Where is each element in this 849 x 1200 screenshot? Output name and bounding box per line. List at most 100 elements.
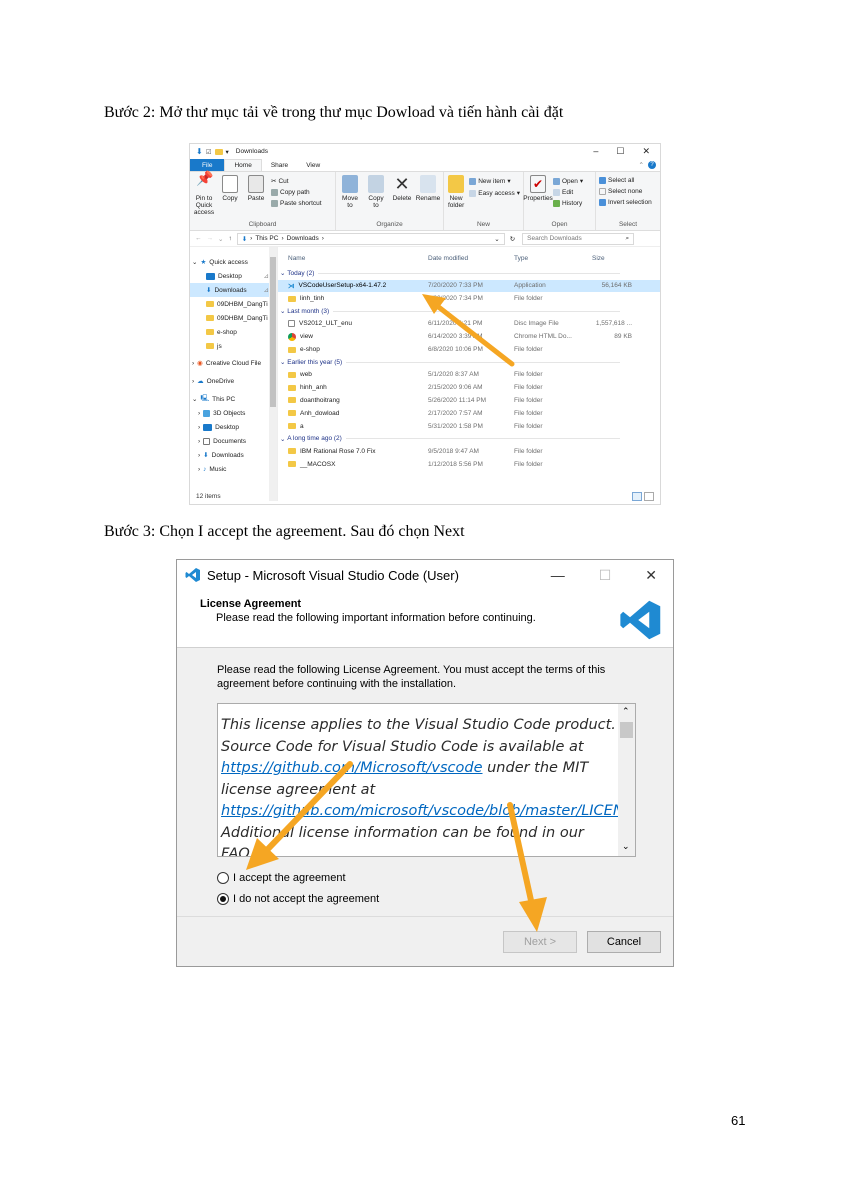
large-icons-view-icon[interactable]	[644, 492, 654, 501]
new-item-button[interactable]: New item ▾	[469, 177, 520, 185]
nav-item-creative-cloud[interactable]: › ◉ Creative Cloud File	[190, 356, 277, 370]
table-row[interactable]: hinh_anh 2/15/2020 9:06 AM File folder	[278, 381, 660, 394]
search-input[interactable]: Search Downloads ⌕	[522, 232, 635, 245]
table-row[interactable]: doanthoitrang 5/26/2020 11:14 PM File fo…	[278, 394, 660, 407]
new-folder-button[interactable]: New folder	[447, 175, 465, 220]
nav-item-folder[interactable]: js	[190, 339, 277, 353]
move-to-button[interactable]: Move to	[339, 175, 361, 220]
scissors-icon: ✂	[271, 178, 277, 185]
group-label-select: Select	[618, 221, 638, 228]
copy-button[interactable]: Copy	[219, 175, 241, 220]
tab-share[interactable]: Share	[262, 159, 297, 171]
easy-access-button[interactable]: Easy access ▾	[469, 189, 520, 197]
pin-quick-access-button[interactable]: 📌 Pin to Quick access	[193, 171, 215, 220]
back-arrow-icon[interactable]: ←	[195, 235, 202, 242]
group-select: Select all Select none Invert selection …	[596, 172, 660, 230]
scroll-down-icon[interactable]: ⌄	[622, 841, 630, 852]
nav-scroll-thumb[interactable]	[270, 257, 276, 407]
scroll-thumb[interactable]	[620, 722, 633, 738]
license-text: This license applies to the Visual Studi…	[221, 717, 616, 755]
nav-item-desktop[interactable]: › Desktop	[190, 420, 277, 434]
group-header[interactable]: ⌄ Last month (3)	[278, 305, 660, 318]
minimize-icon[interactable]: –	[593, 146, 598, 157]
nav-item-folder[interactable]: e-shop	[190, 325, 277, 339]
rename-button[interactable]: Rename	[416, 175, 440, 220]
cancel-button[interactable]: Cancel	[587, 931, 661, 953]
tab-view[interactable]: View	[297, 159, 329, 171]
nav-item-downloads[interactable]: ⬇ Downloads ⊿	[190, 283, 277, 297]
properties-button[interactable]: ✔ Properties	[523, 175, 553, 220]
nav-item-3d-objects[interactable]: › 3D Objects	[190, 406, 277, 420]
group-header[interactable]: ⌄ Earlier this year (5)	[278, 356, 660, 369]
table-row[interactable]: e-shop 6/8/2020 10:06 PM File folder	[278, 343, 660, 356]
nav-scrollbar[interactable]	[269, 247, 277, 501]
recent-dropdown-icon[interactable]: ⌄	[218, 235, 223, 243]
table-row[interactable]: web 5/1/2020 8:37 AM File folder	[278, 368, 660, 381]
scroll-up-icon[interactable]: ⌃	[622, 706, 630, 717]
nav-item-onedrive[interactable]: › ☁ OneDrive	[190, 374, 277, 388]
details-view-icon[interactable]	[632, 492, 642, 501]
table-row[interactable]: __MACOSX 1/12/2018 5:56 PM File folder	[278, 458, 660, 471]
table-row[interactable]: VS2012_ULT_enu 6/11/2020 4:21 PM Disc Im…	[278, 318, 660, 331]
group-header[interactable]: ⌄ A long time ago (2)	[278, 432, 660, 445]
folder-icon	[288, 346, 296, 353]
explorer-titlebar: ⬇ ☑ ▾ Downloads – ☐ ✕	[190, 144, 660, 159]
address-path[interactable]: ⬇ › This PC › Downloads › ⌄	[236, 232, 505, 245]
decline-radio[interactable]: I do not accept the agreement	[217, 893, 379, 905]
quick-access-dropdown-icon[interactable]: ▾	[226, 148, 229, 156]
tab-home[interactable]: Home	[224, 159, 262, 171]
license-link[interactable]: https://github.com/Microsoft/vscode	[221, 760, 483, 776]
nav-item-folder[interactable]: 09DHBM_DangTi	[190, 311, 277, 325]
invert-selection-button[interactable]: Invert selection	[599, 199, 652, 206]
copy-to-button[interactable]: Copy to	[365, 175, 387, 220]
accept-radio[interactable]: I accept the agreement	[217, 872, 346, 884]
edit-button[interactable]: Edit	[553, 189, 583, 196]
easy-access-icon	[469, 189, 477, 197]
open-button[interactable]: Open ▾	[553, 177, 583, 185]
table-row[interactable]: view 6/14/2020 3:39 AM Chrome HTML Do...…	[278, 330, 660, 343]
next-button[interactable]: Next >	[503, 931, 577, 953]
nav-item-quick-access[interactable]: ⌄ ★ Quick access	[190, 255, 277, 269]
cut-button[interactable]: ✂ Cut	[271, 177, 322, 186]
column-name[interactable]: Name	[278, 255, 428, 262]
checkbox-icon[interactable]: ☑	[206, 148, 212, 156]
refresh-icon[interactable]: ↻	[510, 235, 515, 243]
file-list: Name Date modified Type Size ⌄ Today (2)…	[278, 247, 660, 501]
table-row[interactable]: IBM Rational Rose 7.0 Fix 9/5/2018 9:47 …	[278, 445, 660, 458]
breadcrumb-downloads[interactable]: Downloads	[287, 235, 319, 242]
nav-item-this-pc[interactable]: ⌄ 🖳 This PC	[190, 392, 277, 406]
license-scrollbar[interactable]: ⌃ ⌄	[618, 704, 635, 856]
license-textbox[interactable]: This license applies to the Visual Studi…	[217, 703, 636, 857]
address-dropdown-icon[interactable]: ⌄	[494, 235, 499, 243]
select-none-button[interactable]: Select none	[599, 188, 652, 195]
nav-item-downloads[interactable]: › ⬇ Downloads	[190, 448, 277, 462]
column-date[interactable]: Date modified	[428, 255, 514, 262]
delete-button[interactable]: ✕ Delete	[391, 175, 413, 220]
up-arrow-icon[interactable]: ↑	[228, 235, 231, 242]
select-all-button[interactable]: Select all	[599, 177, 652, 184]
column-type[interactable]: Type	[514, 255, 586, 262]
group-header[interactable]: ⌄ Today (2)	[278, 267, 660, 280]
nav-item-desktop[interactable]: Desktop ⊿	[190, 269, 277, 283]
copy-path-button[interactable]: Copy path	[271, 189, 322, 196]
nav-item-music[interactable]: › ♪ Music	[190, 462, 277, 476]
table-row[interactable]: Anh_dowload 2/17/2020 7:57 AM File folde…	[278, 407, 660, 420]
chevron-up-icon[interactable]: ⌃	[639, 161, 644, 169]
close-icon[interactable]: ✕	[642, 146, 650, 157]
paste-shortcut-button[interactable]: Paste shortcut	[271, 200, 322, 207]
forward-arrow-icon[interactable]: →	[207, 235, 214, 242]
table-row[interactable]: linh_tinh 7/20/2020 7:34 PM File folder	[278, 292, 660, 305]
table-row[interactable]: a 5/31/2020 1:58 PM File folder	[278, 420, 660, 433]
breadcrumb-this-pc[interactable]: This PC	[255, 235, 278, 242]
table-row[interactable]: ⋊ VSCodeUserSetup-x64-1.47.2 7/20/2020 7:…	[278, 279, 660, 293]
nav-item-documents[interactable]: › Documents	[190, 434, 277, 448]
column-size[interactable]: Size	[586, 255, 632, 262]
paste-button[interactable]: Paste	[245, 175, 267, 220]
license-link[interactable]: https://github.com/microsoft/vscode/blob…	[221, 803, 635, 819]
nav-item-folder[interactable]: 09DHBM_DangTi	[190, 297, 277, 311]
maximize-icon[interactable]: ☐	[616, 146, 624, 157]
help-icon[interactable]: ?	[648, 161, 656, 169]
minimize-icon[interactable]: —	[551, 567, 565, 584]
close-icon[interactable]: ✕	[645, 567, 657, 584]
history-button[interactable]: History	[553, 200, 583, 207]
